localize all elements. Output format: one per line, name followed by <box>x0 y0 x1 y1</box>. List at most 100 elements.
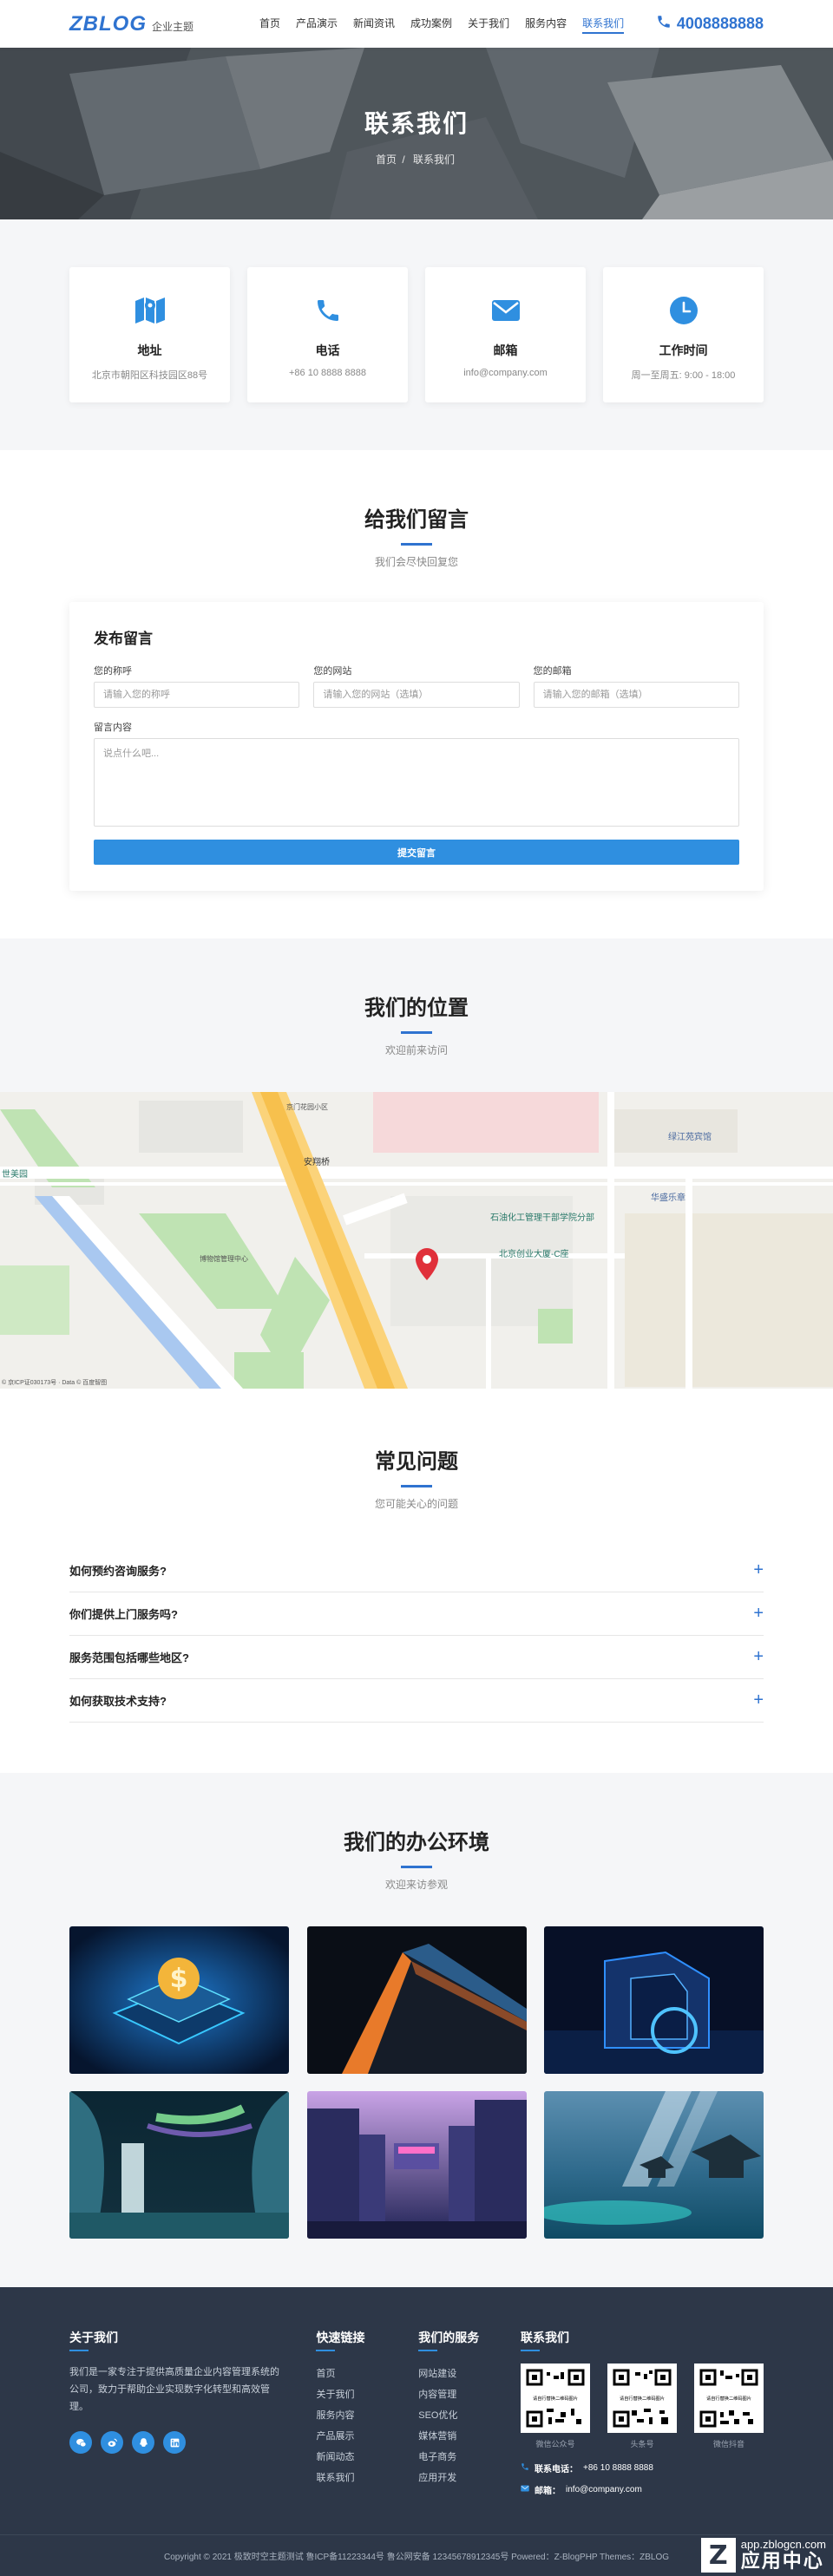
map-label: 京门花园小区 <box>286 1102 328 1111</box>
main-nav: 首页 产品演示 新闻资讯 成功案例 关于我们 服务内容 联系我们 <box>252 0 656 48</box>
copyright-text: Copyright © 2021 极致时空主题测试 鲁ICP备11223344号… <box>163 2553 670 2562</box>
footer-service-link[interactable]: 电子商务 <box>418 2447 521 2468</box>
email-label: 您的邮箱 <box>533 666 572 677</box>
footer-link-services[interactable]: 服务内容 <box>316 2405 418 2426</box>
footer-link-news[interactable]: 新闻动态 <box>316 2447 418 2468</box>
header-phone[interactable]: 4008888888 <box>656 14 764 34</box>
info-card-text: info@company.com <box>463 368 548 378</box>
footer-service-link[interactable]: SEO优化 <box>418 2405 521 2426</box>
nav-item-about[interactable]: 关于我们 <box>460 0 517 48</box>
footer-phone-label: 联系电话： <box>535 2465 579 2475</box>
page-banner: 联系我们 首页 / 联系我们 <box>0 48 833 219</box>
logo-main: ZBLOG <box>69 11 147 36</box>
footer-link-about[interactable]: 关于我们 <box>316 2384 418 2405</box>
footer-service-link[interactable]: 应用开发 <box>418 2468 521 2488</box>
website-input[interactable] <box>313 682 520 708</box>
footer-email-value[interactable]: info@company.com <box>566 2485 642 2494</box>
qr-code: 请自行替换二维码图片 <box>521 2364 591 2433</box>
nav-item-products[interactable]: 产品演示 <box>288 0 345 48</box>
faq-item[interactable]: 如何获取技术支持? + <box>69 1679 764 1723</box>
nav-item-home[interactable]: 首页 <box>252 0 288 48</box>
submit-button[interactable]: 提交留言 <box>94 840 739 865</box>
nav-item-cases[interactable]: 成功案例 <box>403 0 460 48</box>
phone-icon <box>311 293 345 328</box>
footer-email: 邮箱： info@company.com <box>521 2483 764 2496</box>
section-divider <box>401 1485 432 1487</box>
office-photo[interactable] <box>69 2091 289 2239</box>
footer-service-link[interactable]: 内容管理 <box>418 2384 521 2405</box>
social-links <box>69 2431 316 2454</box>
qq-icon[interactable] <box>132 2431 154 2454</box>
watermark-name: 应用中心 <box>740 2550 824 2573</box>
breadcrumb: 首页 / 联系我们 <box>0 152 833 167</box>
phone-number: 4008888888 <box>676 15 764 32</box>
faq-question: 如何预约咨询服务? <box>69 1565 167 1578</box>
logo[interactable]: ZBLOG 企业主题 <box>69 12 252 36</box>
content-textarea[interactable] <box>94 738 739 827</box>
qr-codes: 请自行替换二维码图片 微信公众号 请自行替换二维码图片 头条号 请自行替换二维码… <box>521 2364 764 2449</box>
office-gallery: $ <box>69 1926 764 2239</box>
footer-about: 关于我们 我们是一家专注于提供高质量企业内容管理系统的公司，致力于帮助企业实现数… <box>69 2329 316 2496</box>
info-card-hours: 工作时间 周一至周五: 9:00 - 18:00 <box>603 267 764 402</box>
name-input[interactable] <box>94 682 300 708</box>
linkedin-icon[interactable] <box>163 2431 186 2454</box>
faq-item[interactable]: 服务范围包括哪些地区? + <box>69 1636 764 1679</box>
nav-item-services[interactable]: 服务内容 <box>517 0 574 48</box>
message-section: 给我们留言 我们会尽快回复您 发布留言 您的称呼 您的网站 您的邮箱 <box>0 450 833 938</box>
footer-services: 我们的服务 网站建设 内容管理 SEO优化 媒体营销 电子商务 应用开发 <box>418 2329 521 2496</box>
qr-code: 请自行替换二维码图片 <box>607 2364 678 2433</box>
svg-text:$: $ <box>170 1964 188 1994</box>
faq-question: 如何获取技术支持? <box>69 1695 167 1708</box>
location-map[interactable]: 安翔桥 石油化工管理干部学院分部 北京创业大厦-C座 华盛乐章 绿江苑宾馆 世美… <box>0 1092 833 1389</box>
footer-link-products[interactable]: 产品展示 <box>316 2426 418 2447</box>
plus-icon[interactable]: + <box>753 1690 764 1710</box>
email-input[interactable] <box>533 682 739 708</box>
footer-service-link[interactable]: 网站建设 <box>418 2364 521 2384</box>
info-card-title: 电话 <box>315 343 340 357</box>
nav-item-contact[interactable]: 联系我们 <box>574 0 632 48</box>
weibo-icon[interactable] <box>101 2431 123 2454</box>
footer-divider <box>316 2350 336 2351</box>
faq-list: 如何预约咨询服务? + 你们提供上门服务吗? + 服务范围包括哪些地区? + 如… <box>69 1549 764 1723</box>
office-photo[interactable]: $ <box>69 1926 289 2074</box>
faq-item[interactable]: 如何预约咨询服务? + <box>69 1549 764 1592</box>
footer-contact: 联系我们 请自行替换二维码图片 微信公众号 请自行替换二维码图片 头条号 请自行… <box>521 2329 764 2496</box>
office-photo[interactable] <box>306 1926 527 2074</box>
office-photo[interactable] <box>544 1926 764 2074</box>
breadcrumb-current: 联系我们 <box>413 154 456 166</box>
footer-service-link[interactable]: 媒体营销 <box>418 2426 521 2447</box>
footer-link-home[interactable]: 首页 <box>316 2364 418 2384</box>
faq-question: 服务范围包括哪些地区? <box>69 1651 189 1664</box>
section-divider <box>401 1031 432 1034</box>
footer-link-contact[interactable]: 联系我们 <box>316 2468 418 2488</box>
info-card-email: 邮箱 info@company.com <box>425 267 586 402</box>
faq-question: 你们提供上门服务吗? <box>69 1608 178 1621</box>
wechat-icon[interactable] <box>69 2431 92 2454</box>
faq-item[interactable]: 你们提供上门服务吗? + <box>69 1592 764 1636</box>
map-label: 绿江苑宾馆 <box>668 1131 712 1142</box>
footer-divider <box>521 2350 541 2351</box>
map-label: 博物馆管理中心 <box>200 1254 248 1263</box>
info-card-title: 地址 <box>137 343 162 357</box>
info-card-text: +86 10 8888 8888 <box>288 368 366 378</box>
plus-icon[interactable]: + <box>753 1560 764 1580</box>
breadcrumb-home[interactable]: 首页 <box>376 154 397 166</box>
about-text: 我们是一家专注于提供高质量企业内容管理系统的公司，致力于帮助企业实现数字化转型和… <box>69 2367 279 2412</box>
info-card-phone: 电话 +86 10 8888 8888 <box>247 267 408 402</box>
footer-heading: 联系我们 <box>521 2331 570 2344</box>
plus-icon[interactable]: + <box>753 1604 764 1624</box>
copyright-bar: Copyright © 2021 极致时空主题测试 鲁ICP备11223344号… <box>0 2534 833 2576</box>
map-label: 安翔桥 <box>304 1156 330 1167</box>
qr-code: 请自行替换二维码图片 <box>694 2364 764 2433</box>
footer-divider <box>69 2350 89 2351</box>
footer-heading: 我们的服务 <box>418 2331 480 2344</box>
info-card-title: 工作时间 <box>659 343 708 357</box>
nav-item-news[interactable]: 新闻资讯 <box>345 0 403 48</box>
office-photo[interactable] <box>544 2091 764 2239</box>
watermark-logo: Z <box>700 2538 736 2573</box>
qr-caption: 微信公众号 <box>535 2440 575 2449</box>
section-subtitle: 欢迎来访参观 <box>384 1879 448 1891</box>
section-divider <box>401 1866 432 1868</box>
office-photo[interactable] <box>306 2091 527 2239</box>
plus-icon[interactable]: + <box>753 1647 764 1667</box>
